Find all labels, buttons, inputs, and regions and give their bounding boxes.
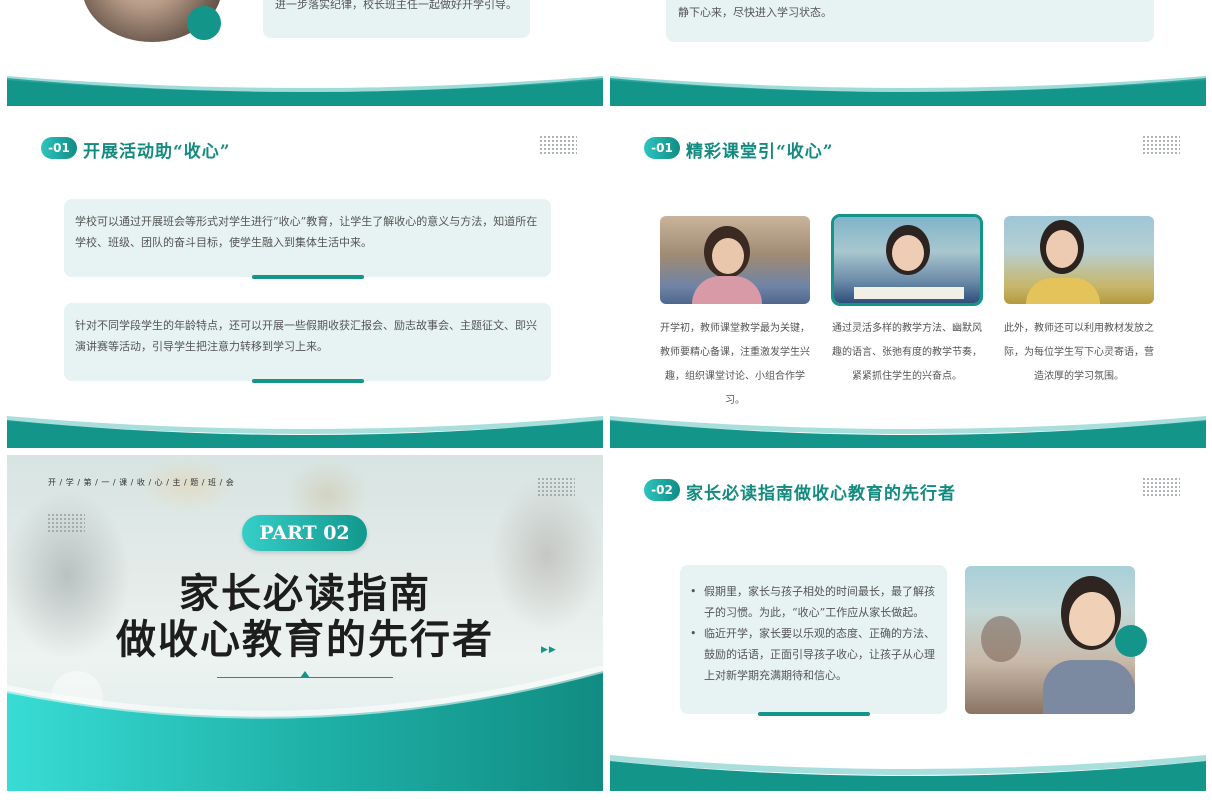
panel-underline (251, 275, 364, 279)
accent-circle (187, 6, 221, 40)
play-arrows-icon: ▶▶ (541, 645, 557, 655)
section-title: 开展活动助“收心” (83, 142, 231, 162)
dot-grid-icon (537, 477, 575, 497)
bottom-wave (610, 755, 1206, 791)
bullet-panel: 假期里，家长与孩子相处的时间最长，最了解孩子的习惯。为此，“收心”工作应从家长做… (680, 565, 947, 716)
caption-1: 开学初，教师课堂教学最为关键，教师要精心备课，注重激发学生兴趣，组织课堂讨论、小… (660, 323, 810, 406)
bullet-list: 假期里，家长与孩子相处的时间最长，最了解孩子的习惯。为此，“收心”工作应从家长做… (690, 581, 935, 686)
dot-grid-icon (47, 513, 85, 533)
bullet-item: 假期里，家长与孩子相处的时间最长，最了解孩子的习惯。为此，“收心”工作应从家长做… (690, 581, 935, 623)
bottom-wave (7, 661, 603, 791)
accent-circle (1115, 625, 1147, 657)
section-title: 精彩课堂引“收心” (686, 142, 834, 162)
section-tag: -01 (41, 137, 77, 159)
bottom-wave (610, 76, 1206, 106)
caption-2: 通过灵活多样的教学方法、幽默风趣的语言、张弛有度的教学节奏，紧紧抓住学生的兴奋点… (832, 323, 982, 382)
headline-line-2: 做收心教育的先行者 (116, 616, 494, 663)
slide-classroom: -01 精彩课堂引“收心” 开学初，教师课堂教学最为关键，教师要精心备课，注重激… (610, 106, 1206, 448)
classroom-photo-3 (1004, 216, 1154, 304)
dot-grid-icon (539, 135, 577, 155)
slide-part-cover: 开 / 学 / 第 / 一 / 课 / 收 / 心 / 主 / 题 / 班 / … (7, 455, 603, 791)
section-tag: -02 (644, 479, 680, 501)
child-photo (965, 566, 1135, 714)
classroom-photo-2 (831, 214, 983, 306)
kicker-text: 开 / 学 / 第 / 一 / 课 / 收 / 心 / 主 / 题 / 班 / … (48, 478, 235, 487)
section-tag: -01 (644, 137, 680, 159)
text-panel-1: 学校可以通过开展班会等形式对学生进行“收心”教育，让学生了解收心的意义与方法，知… (64, 199, 551, 279)
text-panel: 进一步落实纪律，校长班主任一起做好开学引导。 (263, 0, 530, 38)
panel-underline (757, 712, 870, 716)
part-badge: PART 02 (242, 515, 367, 551)
dot-grid-icon (1142, 135, 1180, 155)
slide-parents-guide: -02 家长必读指南做收心教育的先行者 假期里，家长与孩子相处的时间最长，最了解… (610, 455, 1206, 791)
bullet-item: 临近开学，家长要以乐观的态度、正确的方法、鼓励的话语，正面引导孩子收心，让孩子从… (690, 623, 935, 686)
slide-activities: -01 开展活动助“收心” 学校可以通过开展班会等形式对学生进行“收心”教育，让… (7, 106, 603, 448)
bottom-wave (610, 416, 1206, 448)
classroom-photo-1 (660, 216, 810, 304)
dot-grid-icon (1142, 477, 1180, 497)
slide-top-right: 要求学生将精力逐步转移到学习上，这样既使学生巩固了假期知识、进行了复习，而且能使… (610, 0, 1206, 106)
slide-top-left: 进一步落实纪律，校长班主任一起做好开学引导。 (7, 0, 603, 106)
panel-underline (251, 379, 364, 383)
text-panel-2: 针对不同学段学生的年龄特点，还可以开展一些假期收获汇报会、励志故事会、主题征文、… (64, 303, 551, 383)
text-panel: 要求学生将精力逐步转移到学习上，这样既使学生巩固了假期知识、进行了复习，而且能使… (666, 0, 1154, 42)
bottom-wave (7, 416, 603, 448)
section-title: 家长必读指南做收心教育的先行者 (686, 484, 956, 504)
bottom-wave (7, 76, 603, 106)
caption-3: 此外，教师还可以利用教材发放之际，为每位学生写下心灵寄语，营造浓厚的学习氛围。 (1004, 323, 1154, 382)
